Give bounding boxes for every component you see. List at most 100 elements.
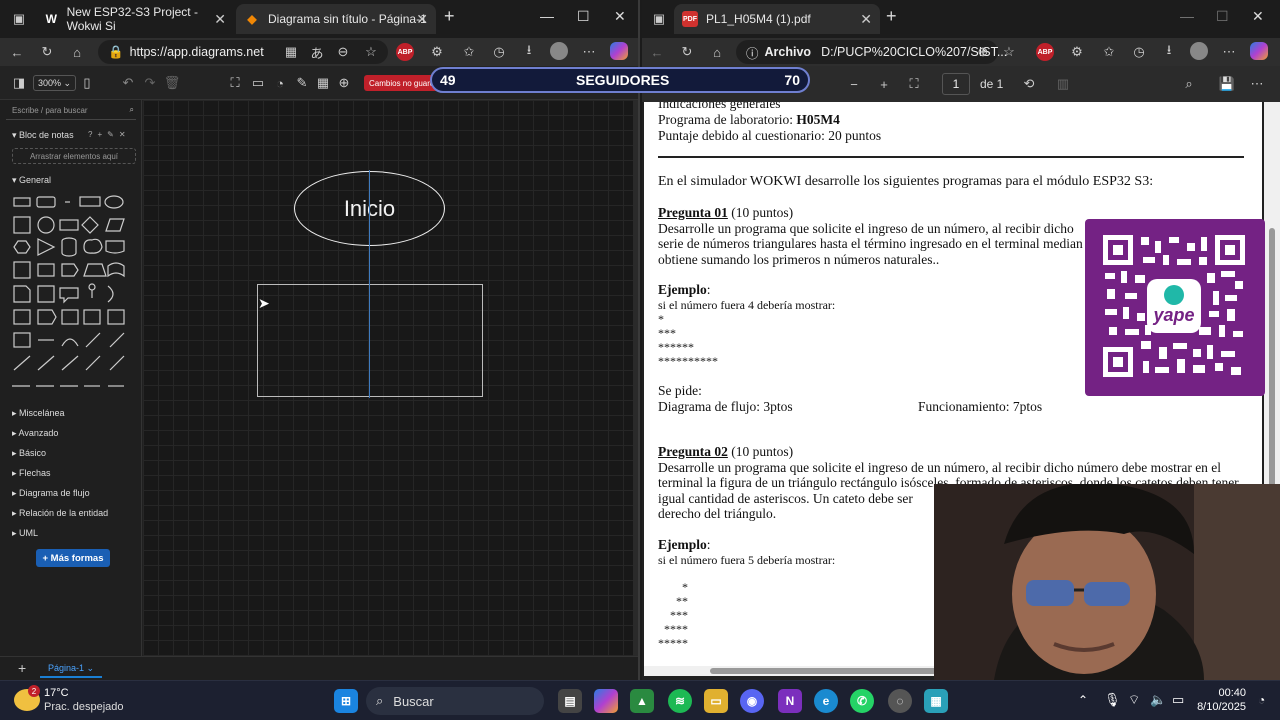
history-icon[interactable]: ◷ [490, 43, 508, 61]
notifications-icon[interactable]: ◔ [1258, 693, 1265, 707]
show-hidden-icons[interactable]: ⌃ [1078, 693, 1088, 707]
copilot-icon[interactable] [610, 42, 628, 60]
new-tab-icon[interactable]: + [444, 6, 455, 27]
task-view-icon[interactable]: ▤ [558, 689, 582, 713]
minimize-icon[interactable]: — [540, 8, 554, 24]
app-icon[interactable]: ◌ [888, 689, 912, 713]
adblock-icon[interactable]: ABP [1036, 43, 1054, 61]
file-explorer-icon[interactable]: ▭ [704, 689, 728, 713]
microphone-icon[interactable]: 🎙 [1104, 692, 1121, 708]
rotate-icon[interactable]: ⟲ [1020, 75, 1038, 93]
redo-icon[interactable]: ↷ [141, 74, 159, 92]
shape-palette[interactable] [10, 190, 132, 395]
close-tab-icon[interactable]: ✕ [214, 11, 226, 28]
pdf-search-icon[interactable]: ⌕ [1180, 75, 1198, 93]
spotify-icon[interactable]: ≋ [668, 689, 692, 713]
close-window-icon[interactable]: ✕ [614, 8, 626, 25]
adblock-icon[interactable]: ABP [396, 43, 414, 61]
zoom-select[interactable]: 300% ⌄ [33, 75, 77, 91]
delete-icon[interactable]: 🗑 [163, 74, 181, 92]
more-menu-icon[interactable]: ⋯ [1220, 43, 1238, 61]
undo-icon[interactable]: ↶ [119, 74, 137, 92]
url-field[interactable]: ⓘ Archivo D:/PUCP%20CICLO%207/SIST... [736, 40, 1007, 64]
freehand-icon[interactable]: ✎ [293, 74, 311, 92]
favorites-icon[interactable]: ✩ [1100, 43, 1118, 61]
canvas-scrollbar[interactable] [633, 100, 638, 656]
maximize-icon[interactable]: ☐ [1216, 8, 1229, 25]
format-panel-icon[interactable]: ◨ [10, 74, 28, 92]
diagram-canvas[interactable]: Inicio ➤ [143, 100, 633, 656]
zoom-icon[interactable]: ⊖ [334, 43, 352, 61]
notepad-icon[interactable]: ▦ [924, 689, 948, 713]
shapes-tool-icon[interactable]: ◔ [271, 74, 289, 92]
favorite-star-icon[interactable]: ☆ [362, 43, 380, 61]
zoom-out-icon[interactable]: − [845, 75, 863, 93]
close-window-icon[interactable]: ✕ [1252, 8, 1264, 25]
refresh-icon[interactable]: ↻ [678, 43, 696, 61]
page-icon[interactable]: ▯ [78, 74, 96, 92]
home-icon[interactable]: ⌂ [708, 43, 726, 61]
favorite-star-icon[interactable]: ☆ [1000, 43, 1018, 61]
extensions-icon[interactable]: ⚙ [428, 43, 446, 61]
fit-page-icon[interactable]: ⛶ [905, 75, 923, 93]
back-icon[interactable]: ← [648, 43, 666, 61]
page-number-input[interactable]: 1 [942, 73, 970, 95]
edge-icon[interactable]: e [814, 689, 838, 713]
drive-icon[interactable]: ▲ [630, 689, 654, 713]
page-tab[interactable]: Página-1 ⌄ [40, 660, 103, 678]
discord-icon[interactable]: ◉ [740, 689, 764, 713]
category-uml[interactable]: ▸ UML [12, 528, 38, 539]
home-icon[interactable]: ⌂ [68, 43, 86, 61]
scratchpad-header[interactable]: ▾ Bloc de notas [12, 130, 74, 141]
save-icon[interactable]: 💾 [1218, 75, 1236, 93]
pdf-more-icon[interactable]: ⋯ [1248, 75, 1266, 93]
history-icon[interactable]: ◷ [1130, 43, 1148, 61]
battery-icon[interactable]: ▭ [1172, 692, 1184, 708]
scratchpad-actions[interactable]: ?+✎✕ [88, 130, 131, 139]
whatsapp-icon[interactable]: ✆ [850, 689, 874, 713]
zoom-icon[interactable]: ⊕ [974, 43, 992, 61]
tab-wokwi[interactable]: W New ESP32-S3 Project - Wokwi Si ✕ [36, 4, 234, 34]
fit-icon[interactable]: ⛶ [226, 74, 244, 92]
category-entity-relation[interactable]: ▸ Relación de la entidad [12, 508, 108, 519]
onenote-icon[interactable]: N [778, 689, 802, 713]
translate-icon[interactable]: あ [308, 43, 326, 61]
close-tab-icon[interactable]: ✕ [416, 11, 428, 28]
shape-search-input[interactable]: Escribe / para buscar ⌕ [6, 105, 136, 120]
start-button[interactable]: ⊞ [334, 689, 358, 713]
weather-desc[interactable]: Prac. despejado [44, 701, 124, 713]
favorites-icon[interactable]: ✩ [460, 43, 478, 61]
more-shapes-button[interactable]: + Más formas [36, 549, 110, 567]
download-icon[interactable]: ⭳ [520, 42, 538, 61]
category-arrows[interactable]: ▸ Flechas [12, 468, 51, 479]
page-view-icon[interactable]: ▥ [1054, 75, 1072, 93]
maximize-icon[interactable]: ☐ [577, 8, 590, 25]
apps-icon[interactable]: ▦ [282, 43, 300, 61]
profile-avatar[interactable] [1190, 42, 1208, 60]
more-menu-icon[interactable]: ⋯ [580, 43, 598, 61]
new-tab-icon[interactable]: + [886, 6, 897, 27]
weather-temp[interactable]: 17°C [44, 687, 69, 699]
tab-drawio[interactable]: ◆ Diagrama sin título - Página-1 ✕ [236, 4, 436, 34]
table-icon[interactable]: ▦ [314, 74, 332, 92]
scroll-thumb[interactable] [710, 668, 950, 674]
close-tab-icon[interactable]: ✕ [860, 11, 872, 28]
category-basic[interactable]: ▸ Básico [12, 448, 46, 459]
tab-actions-icon[interactable]: ▣ [650, 10, 668, 28]
category-advanced[interactable]: ▸ Avanzado [12, 428, 58, 439]
copilot-taskbar-icon[interactable] [594, 689, 618, 713]
taskbar-search-box[interactable]: ⌕ Buscar [366, 687, 544, 715]
wifi-icon[interactable]: ⌔ [1128, 692, 1140, 708]
clock-time[interactable]: 00:40 [1194, 687, 1246, 699]
category-miscellaneous[interactable]: ▸ Miscelánea [12, 408, 65, 419]
download-icon[interactable]: ⭳ [1160, 42, 1178, 61]
minimize-icon[interactable]: — [1180, 8, 1194, 24]
tab-actions-icon[interactable]: ▣ [10, 10, 28, 28]
volume-icon[interactable]: 🔈 [1150, 692, 1166, 708]
scratchpad-drop-zone[interactable]: Arrastrar elementos aquí [12, 148, 136, 164]
unsaved-changes-badge[interactable]: Cambios no guard [364, 75, 440, 91]
zoom-in-icon[interactable]: + [875, 75, 893, 93]
tab-pdf[interactable]: PDF PL1_H05M4 (1).pdf ✕ [674, 4, 880, 34]
general-header[interactable]: ▾ General [12, 175, 51, 186]
add-page-icon[interactable]: + [18, 660, 26, 676]
